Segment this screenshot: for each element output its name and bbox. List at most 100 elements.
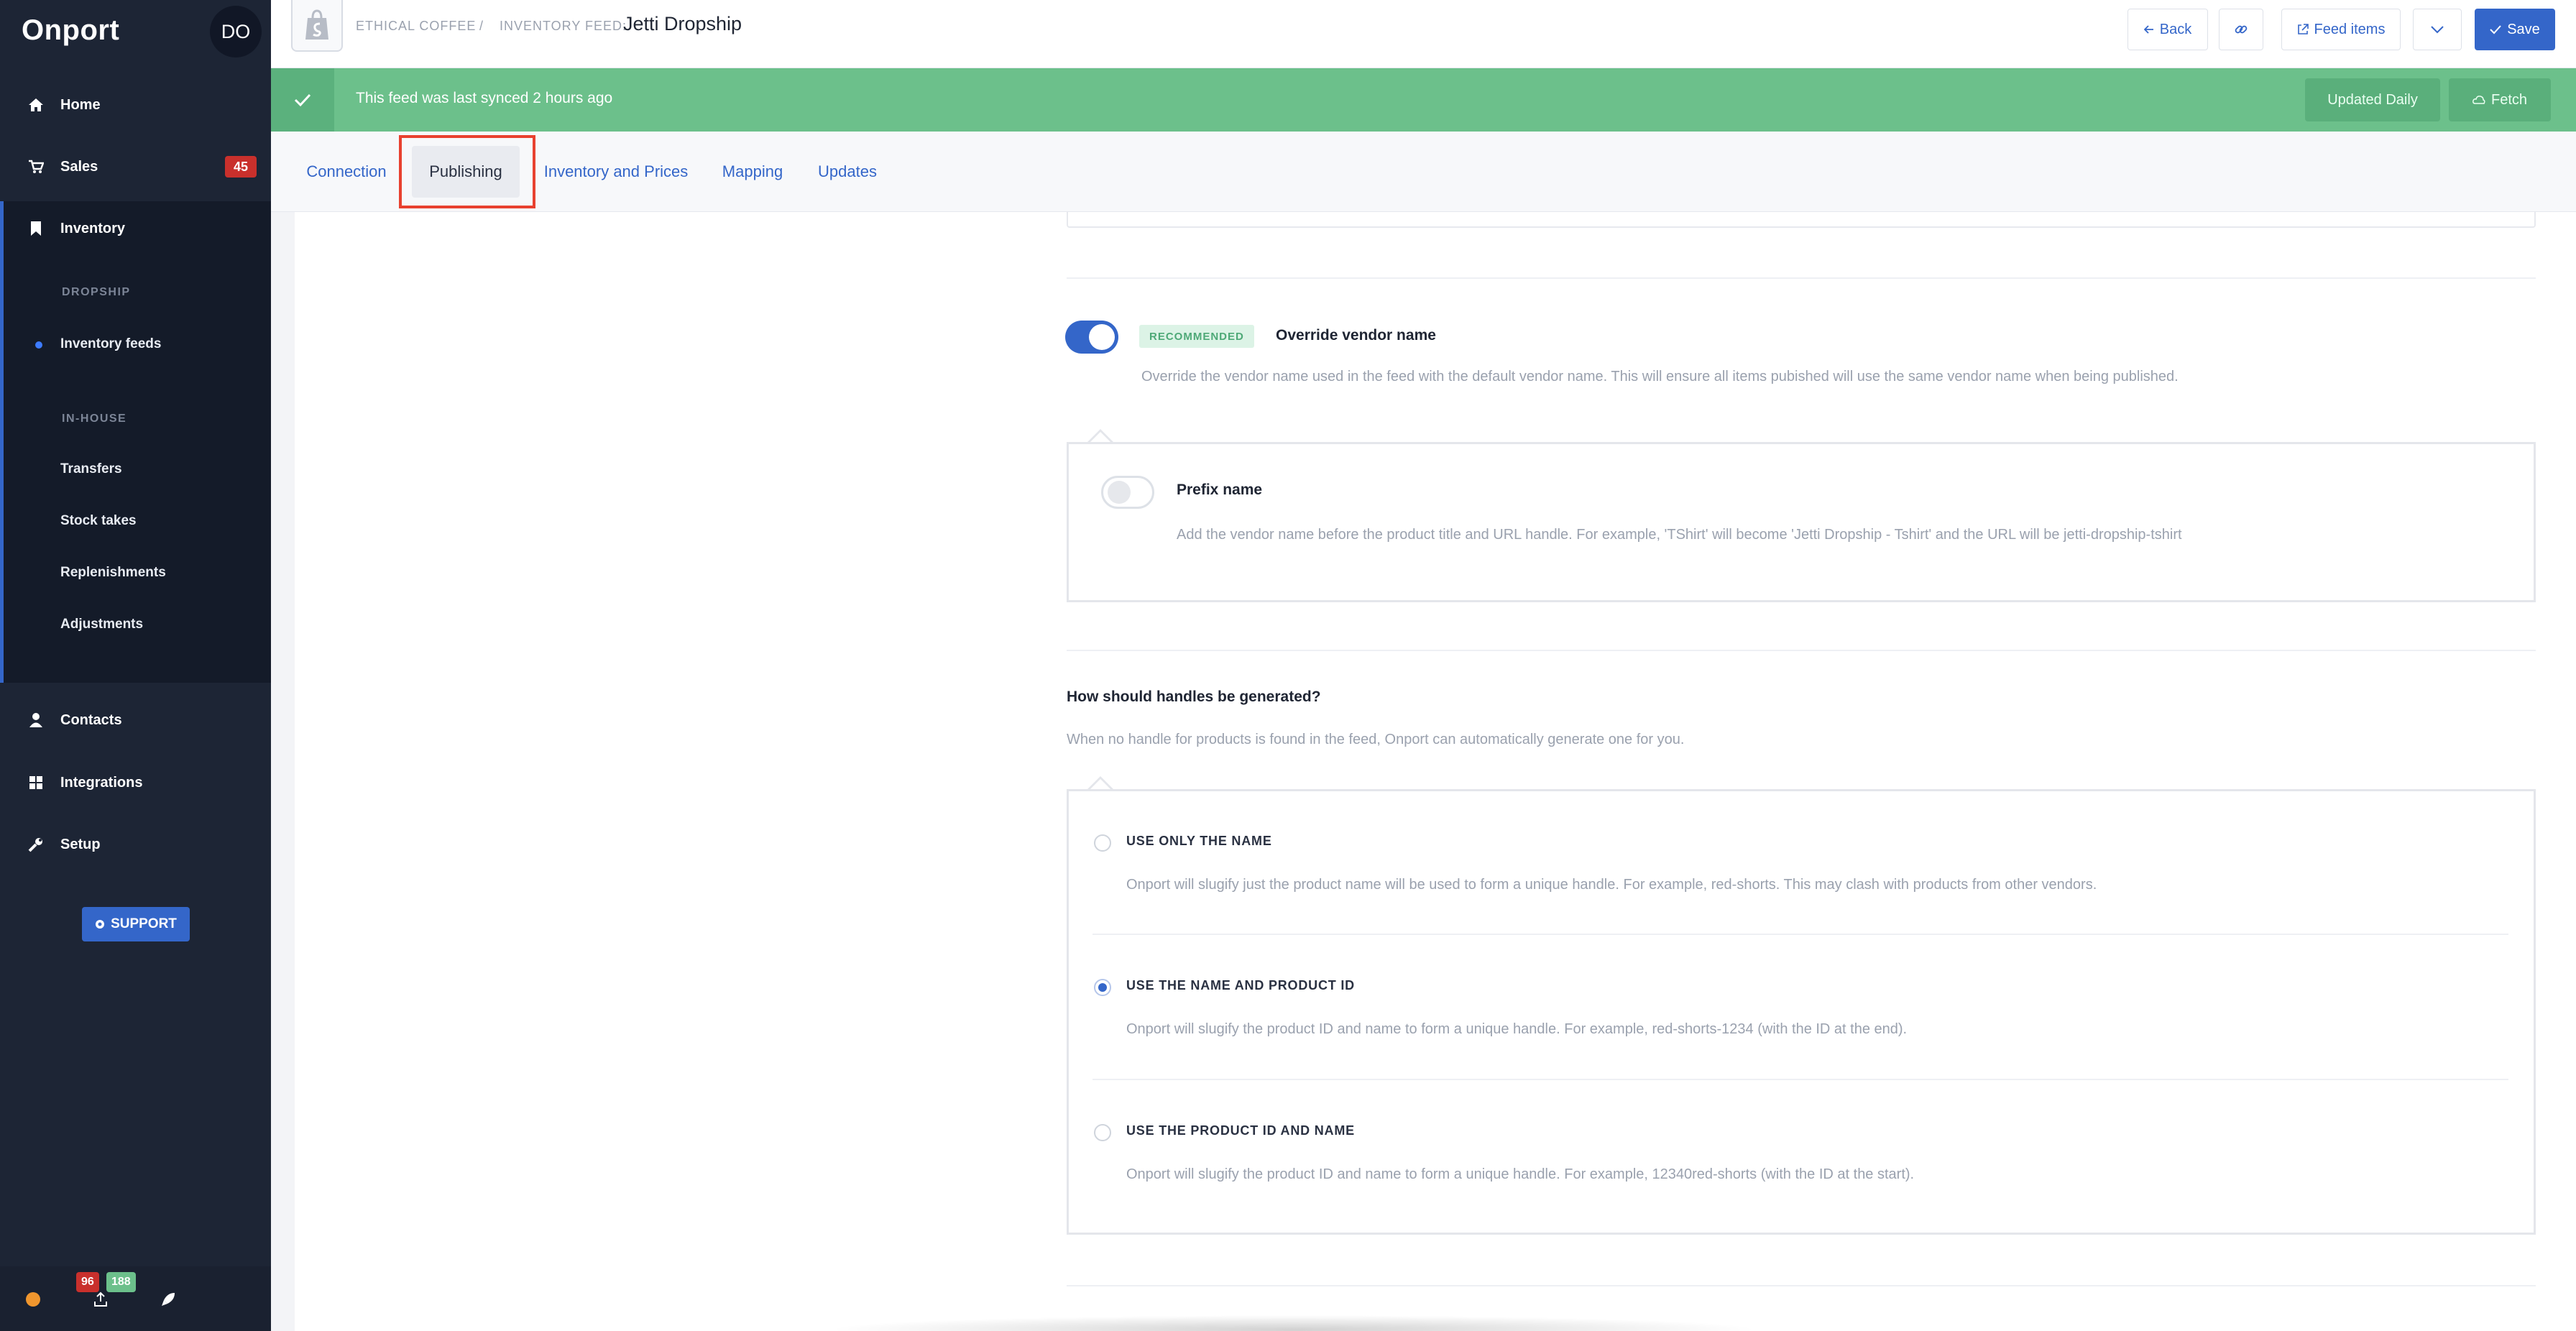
previous-card xyxy=(1067,212,2536,228)
toggle-knob xyxy=(1108,481,1131,504)
option-divider xyxy=(1092,934,2508,935)
upload-icon[interactable] xyxy=(89,1288,112,1311)
fetch-button[interactable]: Fetch xyxy=(2449,78,2551,121)
radio-use-id-and-name[interactable] xyxy=(1094,1124,1111,1141)
link-icon xyxy=(2235,25,2248,34)
section-divider xyxy=(1067,650,2536,651)
support-label: SUPPORT xyxy=(111,916,177,931)
status-indicator[interactable] xyxy=(26,1292,40,1307)
avatar[interactable]: DO xyxy=(210,6,262,57)
nav-integrations[interactable]: Integrations xyxy=(0,761,271,804)
toggle-knob xyxy=(1089,324,1115,350)
radio-use-name-and-id[interactable] xyxy=(1094,979,1111,996)
brand-logo[interactable]: Onport xyxy=(22,14,119,47)
check-icon xyxy=(271,68,334,132)
feed-items-button[interactable]: Feed items xyxy=(2281,9,2401,50)
nav-contacts[interactable]: Contacts xyxy=(0,699,271,742)
back-label: Back xyxy=(2159,21,2192,37)
nav-integrations-label: Integrations xyxy=(60,774,143,791)
home-icon xyxy=(26,95,46,115)
bookmark-icon xyxy=(26,218,46,239)
fetch-label: Fetch xyxy=(2490,91,2528,108)
handles-description: When no handle for products is found in … xyxy=(1067,732,1685,747)
sidebar-item-inventory-feeds[interactable]: Inventory feeds xyxy=(60,336,161,352)
nav-inventory[interactable]: Inventory xyxy=(0,207,271,250)
page-title: Jetti Dropship xyxy=(623,13,742,34)
nav-home-label: Home xyxy=(60,96,101,113)
tab-inventory-and-prices[interactable]: Inventory and Prices xyxy=(537,146,695,198)
inhouse-heading: IN-HOUSE xyxy=(62,413,127,425)
sidebar: Onport DO Home Sales 45 Inventory DROPSH… xyxy=(0,0,271,1331)
prefix-name-card: Prefix name Add the vendor name before t… xyxy=(1067,442,2536,602)
update-frequency-label: Updated Daily xyxy=(2327,91,2418,108)
save-label: Save xyxy=(2507,21,2540,37)
breadcrumb-separator: / xyxy=(479,19,484,33)
nav-home[interactable]: Home xyxy=(0,83,271,126)
active-dot xyxy=(35,341,42,349)
grid-icon xyxy=(26,773,46,793)
help-icon xyxy=(96,920,105,929)
prefix-name-toggle[interactable] xyxy=(1101,476,1154,509)
more-actions-dropdown[interactable] xyxy=(2413,9,2462,50)
radio-use-only-name[interactable] xyxy=(1094,834,1111,852)
arrow-left-icon xyxy=(2143,25,2153,34)
option-use-id-and-name-description: Onport will slugify the product ID and n… xyxy=(1126,1166,1915,1182)
top-bar: ETHICAL COFFEE / INVENTORY FEED: Jetti D… xyxy=(271,0,2576,68)
sidebar-item-replenishments[interactable]: Replenishments xyxy=(60,565,166,581)
sidebar-item-adjustments[interactable]: Adjustments xyxy=(60,617,143,632)
bottom-shadow xyxy=(827,1315,1761,1331)
tab-bar: Connection Publishing Inventory and Pric… xyxy=(271,132,2576,212)
option-divider xyxy=(1092,1079,2508,1080)
shopify-logo xyxy=(291,0,343,52)
tab-connection[interactable]: Connection xyxy=(300,146,393,198)
section-divider xyxy=(1067,277,2536,279)
prefix-name-title: Prefix name xyxy=(1177,482,1263,498)
override-vendor-description: Override the vendor name used in the fee… xyxy=(1141,369,2179,384)
dropship-heading: DROPSHIP xyxy=(62,286,131,298)
external-link-icon xyxy=(2297,24,2309,34)
option-use-name-and-id-description: Onport will slugify the product ID and n… xyxy=(1126,1021,1908,1037)
nav-inventory-label: Inventory xyxy=(60,220,126,236)
override-vendor-toggle[interactable] xyxy=(1065,321,1118,354)
option-use-only-name-description: Onport will slugify just the product nam… xyxy=(1126,877,2097,893)
chevron-down-icon xyxy=(2431,26,2444,34)
save-button[interactable]: Save xyxy=(2475,9,2555,50)
section-divider xyxy=(1067,1285,2536,1286)
nav-sales-label: Sales xyxy=(60,158,98,175)
tab-mapping[interactable]: Mapping xyxy=(715,146,790,198)
prefix-name-description: Add the vendor name before the product t… xyxy=(1177,527,2182,543)
rocket-icon[interactable] xyxy=(157,1288,180,1311)
link-button[interactable] xyxy=(2219,9,2263,50)
support-button[interactable]: SUPPORT xyxy=(82,907,190,941)
tab-updates[interactable]: Updates xyxy=(811,146,883,198)
nav-setup-label: Setup xyxy=(60,836,101,852)
breadcrumb-label: INVENTORY FEED: xyxy=(500,19,627,33)
card-pointer xyxy=(1087,429,1113,443)
option-use-name-and-id-label[interactable]: USE THE NAME AND PRODUCT ID xyxy=(1126,978,1355,993)
sidebar-footer: 96 188 xyxy=(0,1266,271,1331)
wrench-icon xyxy=(26,834,46,855)
check-icon xyxy=(2490,25,2501,34)
handles-question: How should handles be generated? xyxy=(1067,688,1321,705)
sidebar-item-transfers[interactable]: Transfers xyxy=(60,461,122,477)
card-pointer xyxy=(1087,776,1113,790)
cloud-download-icon xyxy=(2472,96,2485,104)
update-frequency-button[interactable]: Updated Daily xyxy=(2305,78,2440,121)
inventory-section: Inventory DROPSHIP Inventory feeds IN-HO… xyxy=(0,201,271,683)
option-use-only-name-label[interactable]: USE ONLY THE NAME xyxy=(1126,834,1272,849)
breadcrumb-store[interactable]: ETHICAL COFFEE xyxy=(356,19,476,34)
cart-icon xyxy=(26,157,46,177)
active-tab-highlight xyxy=(399,135,535,208)
nav-sales[interactable]: Sales 45 xyxy=(0,145,271,188)
override-vendor-title: Override vendor name xyxy=(1276,327,1436,344)
sync-status-banner: This feed was last synced 2 hours ago Up… xyxy=(271,68,2576,132)
feed-items-label: Feed items xyxy=(2314,21,2386,37)
sync-status-text: This feed was last synced 2 hours ago xyxy=(356,90,613,106)
sidebar-item-stock-takes[interactable]: Stock takes xyxy=(60,513,137,529)
option-use-id-and-name-label[interactable]: USE THE PRODUCT ID AND NAME xyxy=(1126,1123,1355,1138)
recommended-badge: RECOMMENDED xyxy=(1139,325,1254,348)
sales-count-badge: 45 xyxy=(225,156,257,178)
nav-setup[interactable]: Setup xyxy=(0,823,271,866)
person-icon xyxy=(26,710,46,730)
back-button[interactable]: Back xyxy=(2128,9,2208,50)
